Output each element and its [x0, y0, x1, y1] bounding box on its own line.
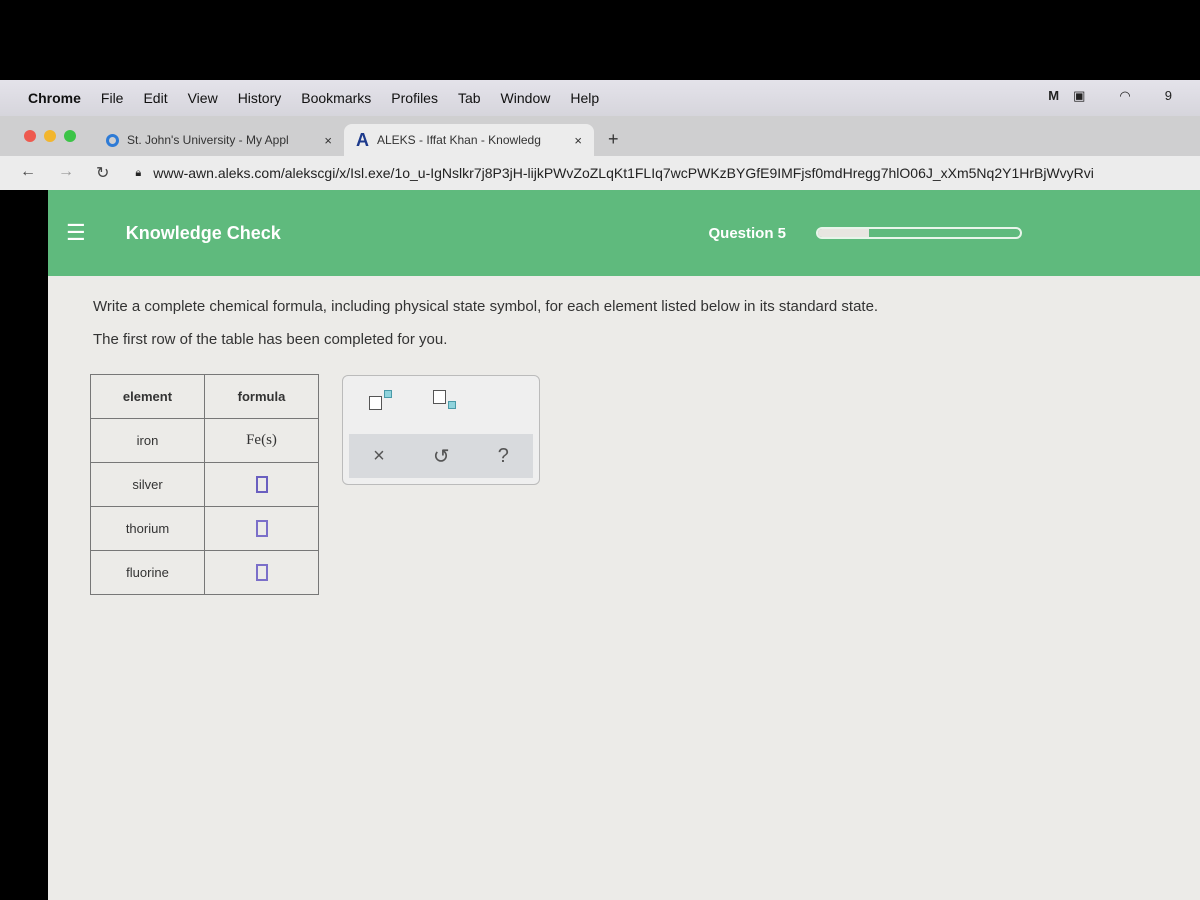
new-tab-button[interactable]: + [608, 129, 619, 150]
reload-icon[interactable]: ↻ [96, 163, 109, 183]
formula-input-silver[interactable] [255, 476, 268, 494]
header-element: element [90, 374, 205, 419]
tab-aleks[interactable]: A ALEKS - Iffat Khan - Knowledg × [344, 124, 594, 156]
undo-icon[interactable]: ↺ [433, 444, 450, 469]
answer-table: element formula iron Fe(s) silver thoriu… [90, 374, 319, 595]
instruction-text: Write a complete chemical formula, inclu… [93, 298, 879, 315]
knowledge-check-header: ☰ Knowledge Check Question 5 [48, 190, 1200, 276]
close-tab-icon[interactable]: × [574, 133, 582, 148]
palette-actions: × ↺ ? [349, 434, 533, 478]
progress-bar [816, 227, 1022, 239]
formula-cell [204, 506, 319, 551]
menu-icon[interactable]: ☰ [66, 220, 86, 246]
tab-label: St. John's University - My Appl [127, 133, 289, 147]
lock-icon: 🔒︎ [135, 166, 142, 179]
circle-icon [106, 133, 119, 147]
element-cell: iron [90, 418, 205, 463]
superscript-icon[interactable] [369, 390, 393, 410]
element-cell: fluorine [90, 550, 205, 595]
question-number: Question 5 [708, 224, 786, 242]
menu-file[interactable]: File [101, 90, 124, 106]
formula-cell: Fe(s) [204, 418, 319, 463]
status-tray: M ▣ ◠ 9 [1048, 88, 1192, 104]
help-icon[interactable]: ? [498, 445, 509, 468]
clock[interactable]: 9 [1165, 88, 1172, 104]
window-controls [24, 130, 76, 142]
tab-st-johns[interactable]: St. John's University - My Appl × [94, 124, 344, 156]
screen-icon[interactable]: ▣ [1073, 88, 1085, 104]
element-cell: silver [90, 462, 205, 507]
table-row: thorium [90, 506, 319, 551]
maximize-window-button[interactable] [64, 130, 76, 142]
tab-strip: St. John's University - My Appl × A ALEK… [0, 116, 1200, 156]
menu-history[interactable]: History [238, 90, 282, 106]
table-row: silver [90, 462, 319, 507]
table-header-row: element formula [90, 374, 319, 419]
close-window-button[interactable] [24, 130, 36, 142]
table-row: iron Fe(s) [90, 418, 319, 463]
menu-tab[interactable]: Tab [458, 90, 481, 106]
malwarebytes-icon[interactable]: M [1048, 88, 1059, 104]
page-title: Knowledge Check [125, 222, 281, 243]
menu-bookmarks[interactable]: Bookmarks [301, 90, 371, 106]
formula-input-fluorine[interactable] [255, 564, 268, 582]
header-formula: formula [204, 374, 319, 419]
menu-profiles[interactable]: Profiles [391, 90, 438, 106]
subscript-icon[interactable] [433, 390, 457, 410]
menu-window[interactable]: Window [501, 90, 551, 106]
formula-cell [204, 550, 319, 595]
aleks-page: ☰ Knowledge Check Question 5 Write a com… [48, 190, 1200, 900]
tab-label: ALEKS - Iffat Khan - Knowledg [377, 133, 541, 147]
menu-view[interactable]: View [188, 90, 218, 106]
table-row: fluorine [90, 550, 319, 595]
menu-edit[interactable]: Edit [143, 90, 167, 106]
formula-input-thorium[interactable] [255, 520, 268, 538]
math-palette: × ↺ ? [342, 375, 540, 485]
progress-fill [818, 229, 869, 237]
element-cell: thorium [90, 506, 205, 551]
aleks-logo-icon: A [356, 129, 369, 150]
menu-help[interactable]: Help [570, 90, 599, 106]
forward-icon[interactable]: → [58, 163, 74, 183]
url-field[interactable]: 🔒︎ www-awn.aleks.com/alekscgi/x/Isl.exe/… [135, 165, 1195, 181]
formula-cell [204, 462, 319, 507]
menu-chrome[interactable]: Chrome [28, 90, 81, 106]
back-icon[interactable]: ← [20, 163, 36, 183]
minimize-window-button[interactable] [44, 130, 56, 142]
clear-icon[interactable]: × [373, 445, 385, 468]
mac-menubar: Chrome File Edit View History Bookmarks … [0, 80, 1200, 116]
url-text: www-awn.aleks.com/alekscgi/x/Isl.exe/1o_… [153, 165, 1094, 181]
address-bar-row: ← → ↻ 🔒︎ www-awn.aleks.com/alekscgi/x/Is… [0, 156, 1200, 190]
instruction-note: The first row of the table has been comp… [93, 331, 448, 348]
wifi-icon[interactable]: ◠ [1119, 88, 1130, 104]
close-tab-icon[interactable]: × [324, 133, 332, 148]
